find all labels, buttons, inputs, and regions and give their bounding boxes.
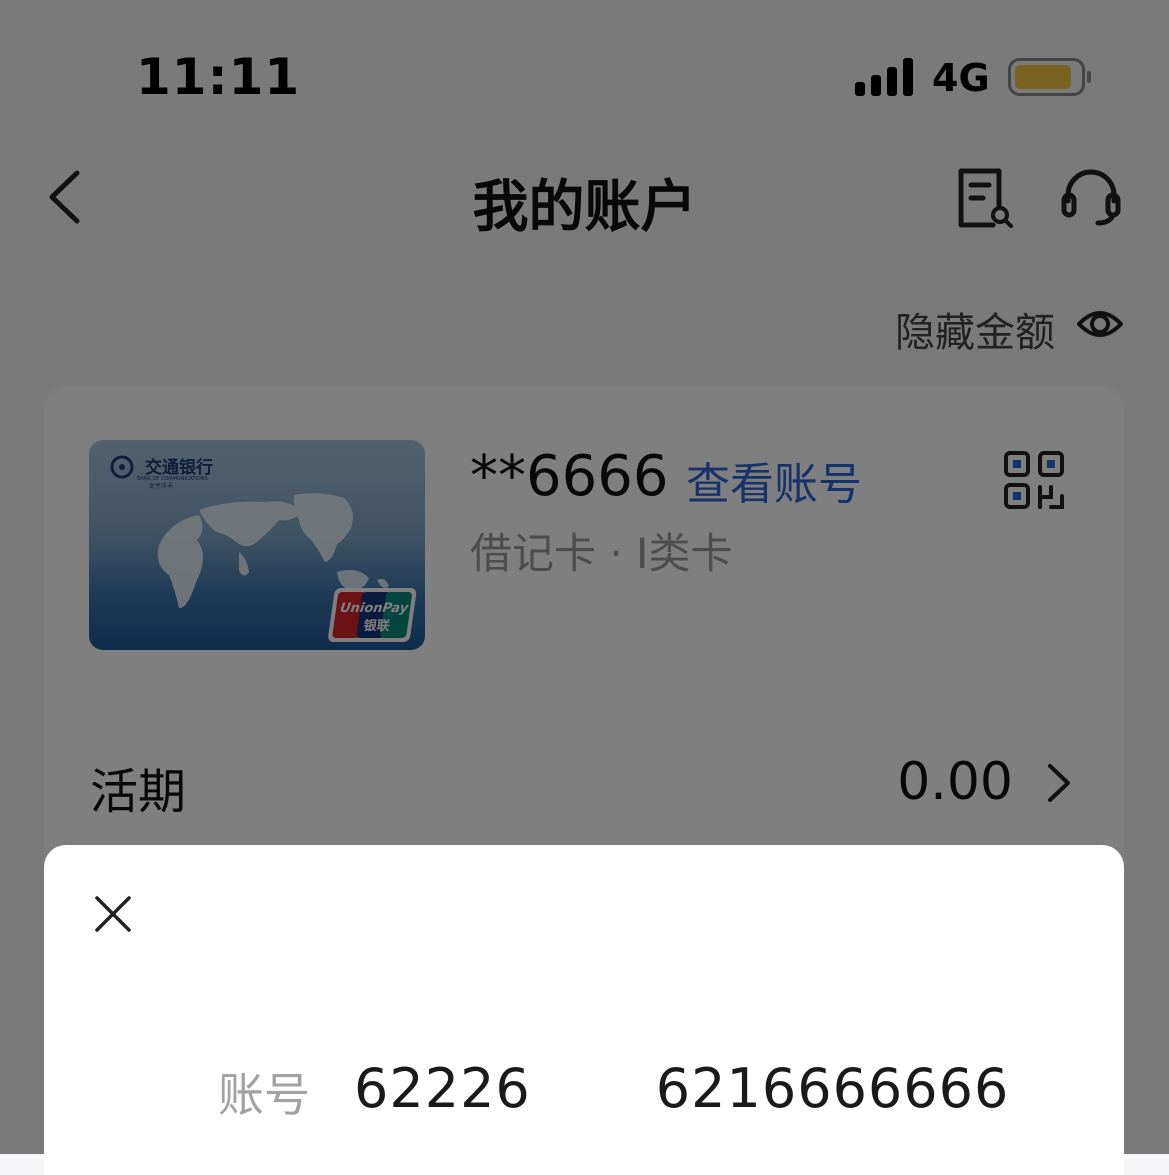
account-number-sheet: 账号 62226 6216666666 xyxy=(44,845,1124,1175)
close-icon[interactable] xyxy=(94,895,132,933)
app-screen: 11:11 4G 我的账户 隐藏金额 xyxy=(0,0,1169,1175)
account-number-redaction xyxy=(530,1059,656,1115)
account-number: 62226 6216666666 xyxy=(354,1057,1009,1120)
account-number-suffix: 6216666666 xyxy=(655,1057,1010,1120)
account-number-prefix: 62226 xyxy=(354,1057,531,1120)
account-label: 账号 xyxy=(218,1068,310,1122)
